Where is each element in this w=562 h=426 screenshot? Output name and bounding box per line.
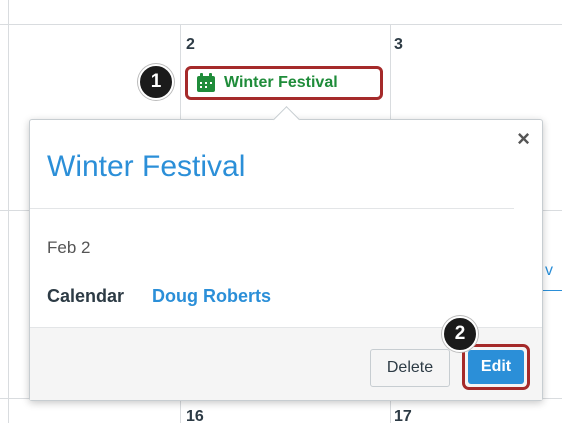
calendar-icon bbox=[197, 73, 215, 92]
grid-line bbox=[542, 290, 562, 291]
event-details-popover: × Winter Festival Feb 2 Calendar Doug Ro… bbox=[29, 106, 543, 401]
divider bbox=[30, 208, 514, 209]
close-icon[interactable]: × bbox=[517, 126, 530, 152]
calendar-owner-link[interactable]: Doug Roberts bbox=[152, 286, 271, 307]
popover-title[interactable]: Winter Festival bbox=[47, 150, 245, 184]
calendar-label: Calendar bbox=[47, 286, 125, 306]
event-title: Winter Festival bbox=[224, 74, 338, 91]
delete-button[interactable]: Delete bbox=[370, 349, 450, 387]
day-number-17[interactable]: 17 bbox=[394, 408, 412, 426]
partial-event-text[interactable]: v bbox=[545, 262, 553, 280]
grid-line bbox=[542, 210, 562, 211]
grid-line bbox=[0, 24, 562, 25]
edit-button[interactable]: Edit bbox=[468, 350, 524, 384]
grid-line bbox=[0, 210, 30, 211]
day-number-16[interactable]: 16 bbox=[186, 408, 204, 426]
event-date: Feb 2 bbox=[47, 238, 91, 257]
calendar-event-winter-festival[interactable]: Winter Festival bbox=[185, 66, 383, 100]
grid-line bbox=[8, 0, 9, 423]
day-number-3[interactable]: 3 bbox=[394, 36, 403, 54]
edit-button-highlight: Edit bbox=[462, 344, 530, 390]
day-number-2[interactable]: 2 bbox=[186, 36, 195, 54]
callout-badge-1: 1 bbox=[138, 64, 174, 100]
callout-badge-2: 2 bbox=[442, 316, 478, 352]
